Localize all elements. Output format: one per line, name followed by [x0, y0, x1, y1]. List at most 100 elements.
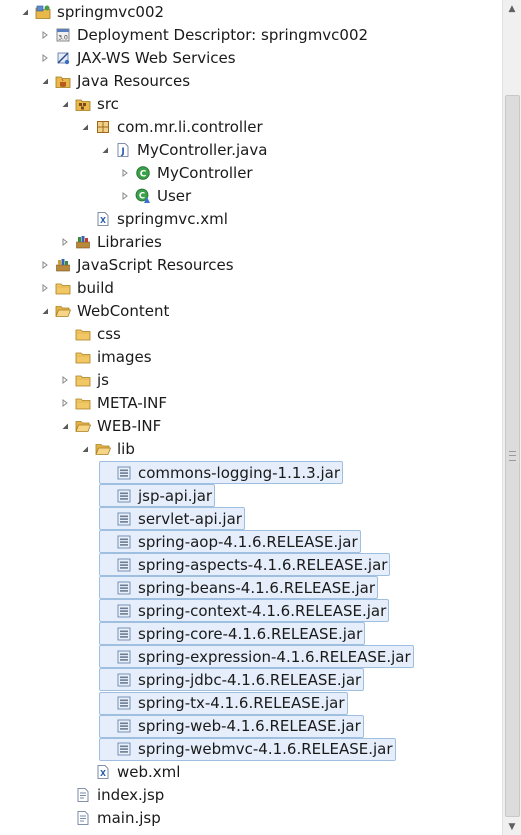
jar-icon: [116, 649, 132, 665]
tree-item[interactable]: springmvc002: [19, 0, 166, 23]
tree-item-label: WebContent: [77, 302, 170, 321]
jar-icon: [116, 511, 132, 527]
collapsed-arrow-icon[interactable]: [59, 231, 71, 254]
no-expander: [100, 692, 112, 715]
tree-item[interactable]: Xweb.xml: [79, 761, 182, 784]
scroll-thumb[interactable]: [505, 95, 520, 817]
tree-item[interactable]: com.mr.li.controller: [79, 115, 265, 138]
tree-item[interactable]: spring-webmvc-4.1.6.RELEASE.jar: [99, 737, 396, 761]
expanded-arrow-icon[interactable]: [39, 69, 51, 92]
no-expander: [100, 668, 112, 691]
tree-item[interactable]: main.jsp: [59, 807, 163, 830]
collapsed-arrow-icon[interactable]: [59, 392, 71, 415]
tree-item[interactable]: WEB-INF: [59, 415, 163, 438]
project-explorer-tree[interactable]: springmvc002 3.0 Deployment Descriptor: sp…: [0, 0, 503, 835]
xml-file-icon: X: [95, 211, 111, 227]
collapsed-arrow-icon[interactable]: [39, 277, 51, 300]
tree-item[interactable]: servlet-api.jar: [99, 507, 245, 531]
svg-text:C: C: [139, 191, 145, 201]
tree-item-label: index.jsp: [97, 786, 165, 805]
jar-icon: [116, 672, 132, 688]
tree-item[interactable]: WebContent: [39, 300, 171, 323]
no-expander: [59, 784, 71, 807]
tree-item[interactable]: JavaScript Resources: [39, 254, 236, 277]
collapsed-arrow-icon[interactable]: [39, 46, 51, 69]
no-expander: [100, 507, 112, 530]
tree-item-label: Deployment Descriptor: springmvc002: [77, 25, 369, 44]
tree-item[interactable]: Xspringmvc.xml: [79, 207, 230, 230]
tree-item[interactable]: spring-context-4.1.6.RELEASE.jar: [99, 599, 390, 623]
tree-item[interactable]: spring-beans-4.1.6.RELEASE.jar: [99, 576, 379, 600]
svg-text:X: X: [100, 216, 106, 225]
vertical-scrollbar[interactable]: ▲ ▼: [502, 0, 521, 835]
tree-item[interactable]: Java Resources: [39, 69, 192, 92]
tree-item[interactable]: build: [39, 277, 116, 300]
tree-item-label: MyController.java: [137, 140, 268, 159]
expanded-arrow-icon[interactable]: [79, 438, 91, 461]
tree-item[interactable]: spring-aspects-4.1.6.RELEASE.jar: [99, 553, 391, 577]
tree-item[interactable]: spring-core-4.1.6.RELEASE.jar: [99, 622, 366, 646]
expanded-arrow-icon[interactable]: [59, 415, 71, 438]
tree-item[interactable]: spring-aop-4.1.6.RELEASE.jar: [99, 530, 361, 554]
tree-item-label: lib: [117, 440, 135, 459]
class-icon: C: [135, 165, 151, 181]
tree-item[interactable]: js: [59, 369, 111, 392]
expanded-arrow-icon[interactable]: [59, 92, 71, 115]
tree-item-label: spring-web-4.1.6.RELEASE.jar: [138, 717, 361, 736]
tree-item[interactable]: META-INF: [59, 392, 169, 415]
collapsed-arrow-icon[interactable]: [119, 161, 131, 184]
tree-item-label: images: [97, 348, 152, 367]
tree-item-label: build: [77, 279, 114, 298]
tree-item[interactable]: src: [59, 92, 121, 115]
tree-item[interactable]: spring-web-4.1.6.RELEASE.jar: [99, 714, 364, 738]
jar-icon: [116, 741, 132, 757]
tree-item-label: spring-beans-4.1.6.RELEASE.jar: [138, 578, 376, 597]
expanded-arrow-icon[interactable]: [99, 138, 111, 161]
scroll-down-arrow-icon[interactable]: ▼: [503, 818, 521, 835]
folder-icon: [55, 280, 71, 296]
no-expander: [100, 599, 112, 622]
package-icon: [95, 119, 111, 135]
tree-item[interactable]: lib: [79, 438, 137, 461]
no-expander: [100, 576, 112, 599]
tree-item[interactable]: C MyController: [119, 161, 255, 184]
tree-item-label: spring-expression-4.1.6.RELEASE.jar: [138, 647, 411, 666]
collapsed-arrow-icon[interactable]: [119, 184, 131, 207]
tree-item-label: spring-aop-4.1.6.RELEASE.jar: [138, 532, 358, 551]
expanded-arrow-icon[interactable]: [39, 300, 51, 323]
tree-item[interactable]: spring-jdbc-4.1.6.RELEASE.jar: [99, 668, 365, 692]
tree-item[interactable]: commons-logging-1.1.3.jar: [99, 461, 344, 484]
tree-item[interactable]: JAX-WS Web Services: [39, 46, 238, 69]
tree-item[interactable]: images: [59, 346, 154, 369]
collapsed-arrow-icon[interactable]: [59, 369, 71, 392]
java-file-icon: J: [115, 142, 131, 158]
tree-item[interactable]: Libraries: [59, 231, 164, 254]
tree-item[interactable]: jsp-api.jar: [99, 484, 216, 508]
no-expander: [59, 323, 71, 346]
expanded-arrow-icon[interactable]: [79, 115, 91, 138]
tree-item-label: com.mr.li.controller: [117, 117, 263, 136]
class-user-icon: C: [135, 188, 151, 204]
folder-open-icon: [55, 303, 71, 319]
jar-icon: [116, 465, 132, 481]
tree-item-label: web.xml: [117, 763, 181, 782]
source-folder-icon: [75, 96, 91, 112]
tree-item[interactable]: J MyController.java: [99, 138, 269, 161]
no-expander: [59, 807, 71, 830]
scroll-up-arrow-icon[interactable]: ▲: [503, 0, 521, 17]
tree-item-label: JAX-WS Web Services: [77, 48, 236, 67]
tree-item-label: MyController: [157, 163, 253, 182]
svg-text:J: J: [120, 147, 124, 157]
collapsed-arrow-icon[interactable]: [39, 23, 51, 46]
tree-item[interactable]: spring-tx-4.1.6.RELEASE.jar: [99, 691, 348, 715]
tree-item-label: css: [97, 325, 121, 344]
tree-item-label: spring-webmvc-4.1.6.RELEASE.jar: [138, 740, 393, 759]
tree-item[interactable]: index.jsp: [59, 784, 166, 807]
tree-item[interactable]: C User: [119, 184, 193, 207]
tree-item[interactable]: spring-expression-4.1.6.RELEASE.jar: [99, 645, 414, 669]
tree-item[interactable]: css: [59, 323, 123, 346]
collapsed-arrow-icon[interactable]: [39, 254, 51, 277]
tree-item-label: jsp-api.jar: [138, 486, 213, 505]
expanded-arrow-icon[interactable]: [19, 0, 31, 23]
tree-item[interactable]: 3.0 Deployment Descriptor: springmvc002: [39, 23, 370, 46]
